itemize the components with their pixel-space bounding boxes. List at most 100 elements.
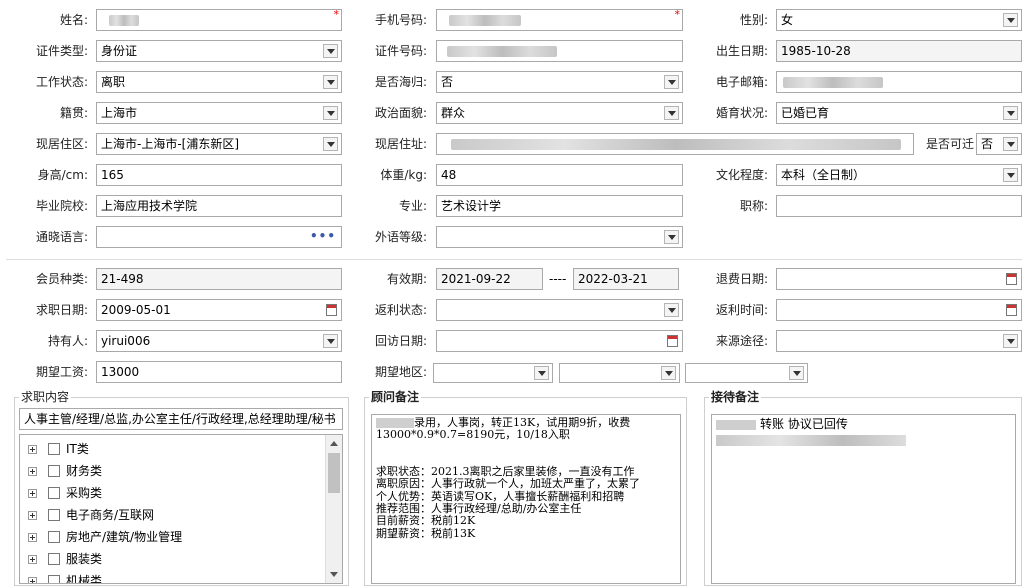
phone-input[interactable]: *	[436, 9, 683, 31]
scroll-thumb[interactable]	[328, 453, 340, 493]
scroll-down-icon[interactable]	[330, 572, 338, 577]
overseas-select[interactable]: 否	[436, 71, 683, 93]
checkbox[interactable]	[48, 553, 60, 565]
education-select[interactable]: 本科（全日制）	[776, 164, 1022, 186]
chevron-down-icon[interactable]	[664, 303, 679, 317]
phone-label: 手机号码:	[374, 13, 427, 27]
job-title-input[interactable]	[776, 195, 1022, 217]
checkbox[interactable]	[48, 575, 60, 583]
work-status-select[interactable]: 离职	[96, 71, 342, 93]
rebate-status-select[interactable]	[436, 299, 683, 321]
chevron-down-icon[interactable]	[664, 230, 679, 244]
calendar-icon[interactable]	[1006, 273, 1017, 285]
address-input[interactable]	[436, 133, 914, 155]
major-input[interactable]: 艺术设计学	[436, 195, 683, 217]
job-content-input[interactable]: 人事主管/经理/总监,办公室主任/行政经理,总经理助理/秘书	[19, 408, 343, 430]
birth-date-label: 出生日期:	[715, 44, 768, 58]
id-number-input[interactable]	[436, 40, 683, 62]
expand-icon[interactable]	[28, 555, 37, 564]
expand-icon[interactable]	[28, 511, 37, 520]
rebate-status-label: 返利状态:	[374, 303, 427, 317]
checkbox[interactable]	[48, 487, 60, 499]
birth-date-field: 1985-10-28	[776, 40, 1022, 62]
id-type-select[interactable]: 身份证	[96, 40, 342, 62]
expand-icon[interactable]	[28, 533, 37, 542]
chevron-down-icon[interactable]	[664, 106, 679, 120]
region-province-select[interactable]	[433, 363, 553, 383]
holder-select[interactable]: yirui006	[96, 330, 342, 352]
native-place-value: 上海市	[101, 106, 138, 120]
redacted-name	[109, 15, 139, 26]
chevron-down-icon[interactable]	[661, 366, 676, 380]
chevron-down-icon[interactable]	[789, 366, 804, 380]
tree-scrollbar[interactable]	[325, 435, 342, 583]
expand-icon[interactable]	[28, 489, 37, 498]
section-divider	[6, 259, 1022, 260]
foreign-level-select[interactable]	[436, 226, 683, 248]
refund-date-input[interactable]	[776, 268, 1022, 290]
redacted-name	[376, 418, 414, 428]
chevron-down-icon[interactable]	[1003, 137, 1018, 151]
source-select[interactable]	[776, 330, 1022, 352]
gender-select[interactable]: 女	[776, 9, 1022, 31]
chevron-down-icon[interactable]	[1003, 168, 1018, 182]
height-input[interactable]: 165	[96, 164, 342, 186]
consultant-note-textarea[interactable]: 录用，人事岗，转正13K，试用期9折，收费 13000*0.9*0.7=8190元…	[371, 414, 681, 584]
reception-note-textarea[interactable]: 转账 协议已回传	[711, 414, 1016, 584]
job-date-input[interactable]: 2009-05-01	[96, 299, 342, 321]
chevron-down-icon[interactable]	[534, 366, 549, 380]
marital-select[interactable]: 已婚已育	[776, 102, 1022, 124]
expand-icon[interactable]	[28, 445, 37, 454]
member-type-label: 会员种类:	[35, 272, 88, 286]
salary-input[interactable]: 13000	[96, 361, 342, 383]
chevron-down-icon[interactable]	[323, 137, 338, 151]
marital-label: 婚育状况:	[715, 106, 768, 120]
chevron-down-icon[interactable]	[1003, 13, 1018, 27]
redacted-id-number	[447, 46, 557, 57]
chevron-down-icon[interactable]	[323, 106, 338, 120]
political-select[interactable]: 群众	[436, 102, 683, 124]
checkbox[interactable]	[48, 509, 60, 521]
job-content-group: 求职内容 人事主管/经理/总监,办公室主任/行政经理,总经理助理/秘书 IT类 …	[14, 390, 349, 586]
email-input[interactable]	[776, 71, 1022, 93]
rebate-time-input[interactable]	[776, 299, 1022, 321]
name-input[interactable]: *	[96, 9, 342, 31]
chevron-down-icon[interactable]	[1003, 334, 1018, 348]
language-picker[interactable]: •••	[96, 226, 342, 248]
required-mark: *	[333, 9, 340, 21]
validity-separator: ----	[549, 272, 567, 286]
school-input[interactable]: 上海应用技术学院	[96, 195, 342, 217]
region-city-select[interactable]	[559, 363, 680, 383]
chevron-down-icon[interactable]	[664, 75, 679, 89]
refund-date-label: 退费日期:	[715, 272, 768, 286]
note-line: 录用，人事岗，转正13K，试用期9折，收费	[376, 416, 676, 429]
weight-input[interactable]: 48	[436, 164, 683, 186]
scroll-up-icon[interactable]	[330, 441, 338, 446]
district-label: 现居住区:	[35, 137, 88, 151]
visit-date-input[interactable]	[436, 330, 683, 352]
chevron-down-icon[interactable]	[323, 75, 338, 89]
chevron-down-icon[interactable]	[323, 334, 338, 348]
native-place-select[interactable]: 上海市	[96, 102, 342, 124]
chevron-down-icon[interactable]	[323, 44, 338, 58]
validity-label: 有效期:	[386, 272, 427, 286]
calendar-icon[interactable]	[667, 335, 678, 347]
checkbox[interactable]	[48, 465, 60, 477]
checkbox[interactable]	[48, 443, 60, 455]
id-type-value: 身份证	[101, 44, 138, 58]
relocate-select[interactable]: 否	[976, 133, 1022, 155]
calendar-icon[interactable]	[326, 304, 337, 316]
region-district-select[interactable]	[685, 363, 808, 383]
school-label: 毕业院校:	[35, 199, 88, 213]
expand-icon[interactable]	[28, 467, 37, 476]
job-category-tree[interactable]: IT类 财务类 采购类 电子商务/互联网 房地产/建筑/物业管理 服装类 机械类	[19, 434, 343, 584]
marital-value: 已婚已育	[781, 106, 830, 120]
chevron-down-icon[interactable]	[1003, 106, 1018, 120]
more-options-icon[interactable]: •••	[310, 227, 336, 245]
calendar-icon[interactable]	[1006, 304, 1017, 316]
job-content-title: 求职内容	[19, 390, 72, 404]
checkbox[interactable]	[48, 531, 60, 543]
district-select[interactable]: 上海市-上海市-[浦东新区]	[96, 133, 342, 155]
note-line: 转账 协议已回传	[716, 417, 1011, 431]
expand-icon[interactable]	[28, 577, 37, 583]
